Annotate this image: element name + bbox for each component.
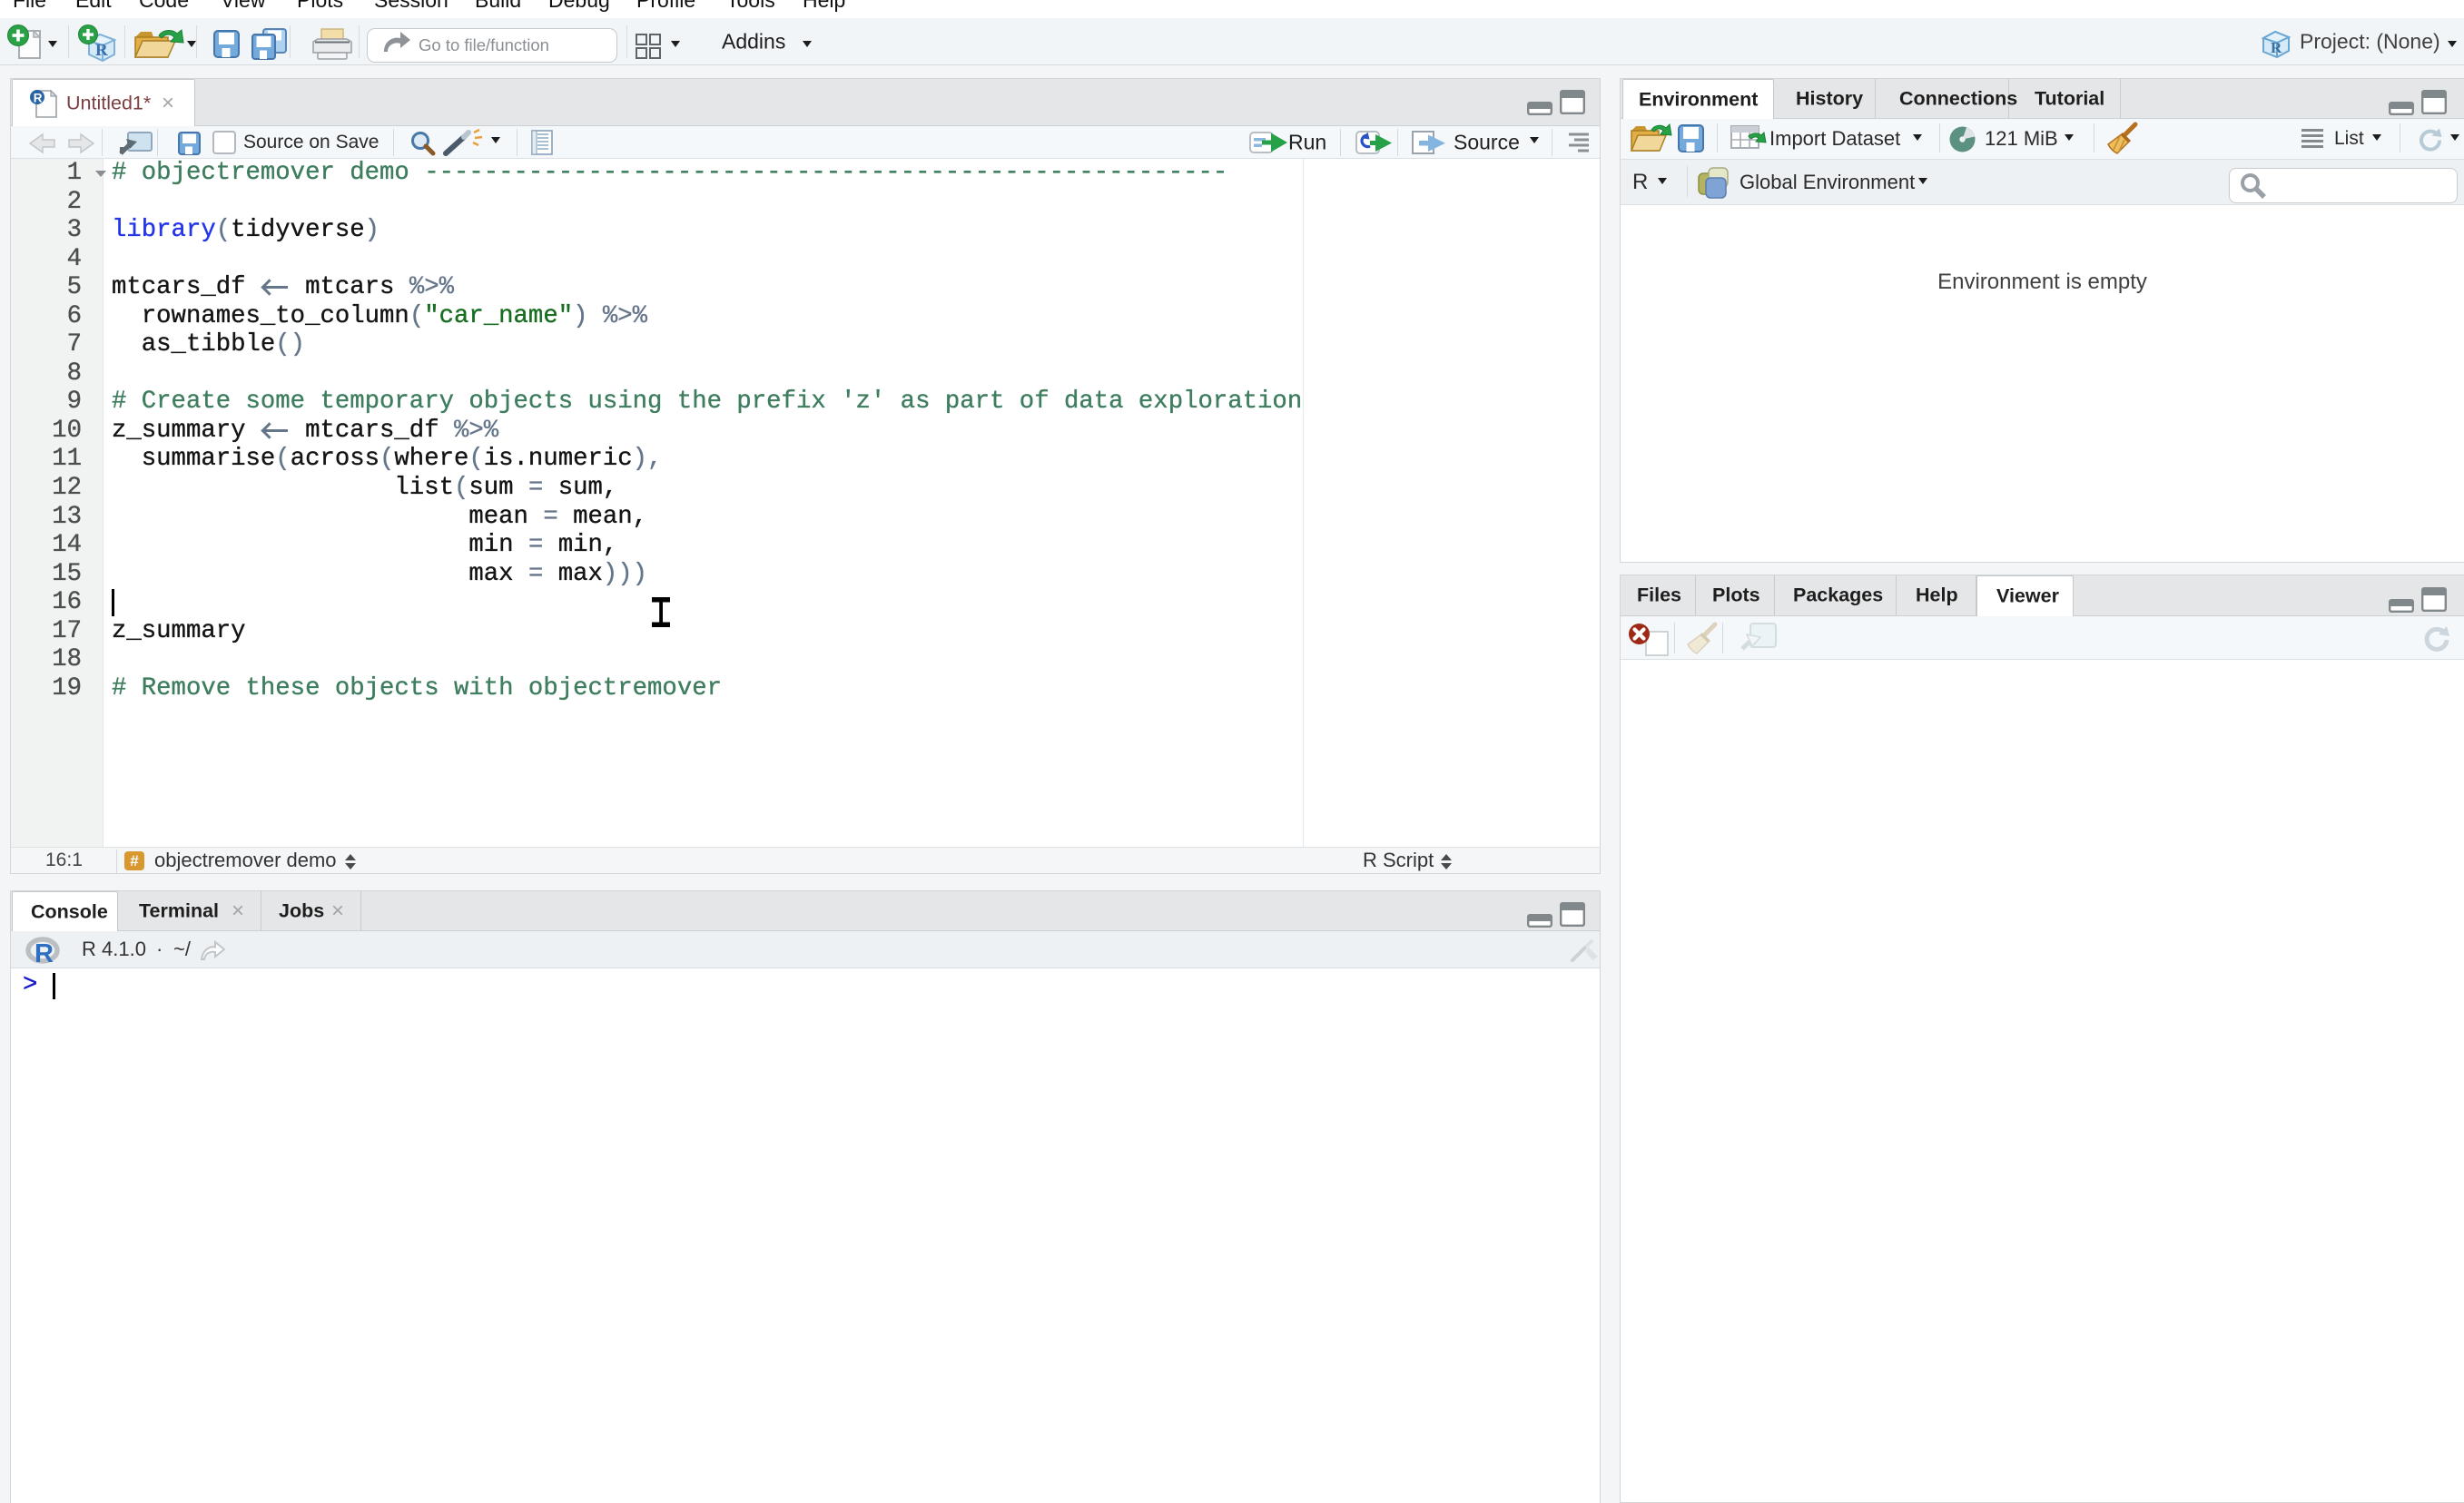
svg-text:R: R (2271, 39, 2282, 56)
svg-text:R: R (34, 939, 54, 968)
svg-text:R: R (95, 41, 108, 60)
svg-text:R: R (34, 92, 43, 105)
